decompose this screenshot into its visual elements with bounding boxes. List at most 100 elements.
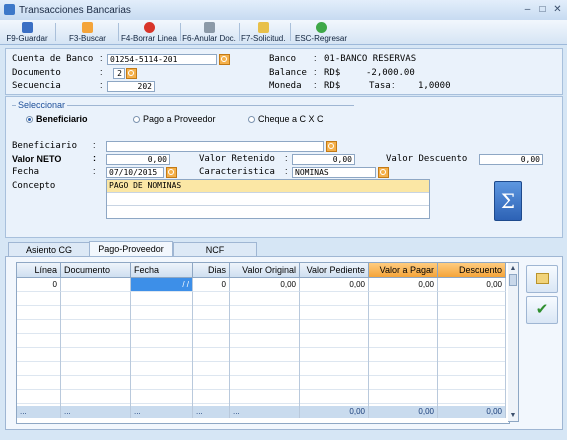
valor-neto-label: Valor NETO (12, 154, 62, 164)
grid-col-line (192, 292, 193, 406)
search-button[interactable]: F3-Buscar (60, 20, 115, 44)
separator: : (285, 166, 288, 176)
footer-documento: ... (61, 406, 131, 418)
col-fecha[interactable]: Fecha (131, 263, 193, 278)
radio-pago-proveedor[interactable] (133, 116, 140, 123)
cell-valor-pediente[interactable]: 0,00 (300, 278, 369, 292)
radio-cheque-cxc[interactable] (248, 116, 255, 123)
col-valor-a-pagar[interactable]: Valor a Pagar (369, 263, 438, 278)
concepto-line (107, 193, 429, 206)
cuenta-search-icon[interactable] (219, 54, 230, 65)
cell-valor-a-pagar[interactable]: 0,00 (369, 278, 438, 292)
close-icon[interactable]: ✕ (550, 3, 565, 16)
secuencia-field[interactable]: 202 (107, 81, 155, 92)
void-document-button[interactable]: F6-Anular Doc. (182, 20, 236, 44)
footer-descuento: 0,00 (438, 406, 506, 418)
grid-col-line (437, 292, 438, 406)
tab-asiento-cg[interactable]: Asiento CG (8, 242, 90, 257)
moneda-value: RD$ (324, 81, 341, 91)
moneda-label: Moneda (269, 81, 302, 91)
back-button[interactable]: ESC-Regresar (292, 20, 350, 44)
grid-header-row: Línea Documento Fecha Dias Valor Origina… (17, 263, 509, 278)
cell-dias[interactable]: 0 (193, 278, 230, 292)
tasa-value: 1,0000 (418, 81, 451, 91)
toolbar-separator (118, 23, 119, 41)
cell-fecha[interactable]: / / (131, 278, 193, 292)
col-valor-original[interactable]: Valor Original (230, 263, 300, 278)
separator: : (100, 67, 103, 77)
beneficiario-search-icon[interactable] (326, 141, 337, 152)
separator: : (314, 67, 317, 77)
delete-line-button[interactable]: F4-Borrar Linea (120, 20, 178, 44)
cuenta-label: Cuenta de Banco (12, 54, 94, 64)
payments-grid: Línea Documento Fecha Dias Valor Origina… (16, 262, 510, 424)
radio-beneficiario[interactable] (26, 116, 33, 123)
maximize-icon[interactable]: □ (535, 3, 550, 16)
banco-label: Banco (269, 54, 297, 64)
fecha-field[interactable]: 07/10/2015 (106, 167, 164, 178)
valor-descuento-field[interactable]: 0,00 (479, 154, 543, 165)
sum-button[interactable]: Σ (494, 181, 522, 221)
grid-col-line (60, 292, 61, 406)
sigma-icon: Σ (500, 189, 516, 213)
grid-col-line (505, 292, 506, 406)
beneficiario-label: Beneficiario (12, 141, 78, 151)
separator: : (100, 53, 103, 63)
grid-col-line (299, 292, 300, 406)
back-icon (315, 22, 327, 33)
footer-linea: ... (17, 406, 61, 418)
beneficiario-field[interactable] (106, 141, 324, 152)
scroll-down-icon[interactable]: ▼ (508, 410, 518, 421)
cell-linea[interactable]: 0 (17, 278, 61, 292)
confirm-button[interactable]: ✔ (526, 296, 558, 324)
delete-icon (143, 22, 155, 33)
caracteristica-field[interactable]: NOMINAS (292, 167, 376, 178)
calendar-icon[interactable] (166, 167, 177, 178)
tab-pago-proveedor[interactable]: Pago-Proveedor (89, 241, 173, 257)
scroll-up-icon[interactable]: ▲ (508, 263, 518, 274)
cell-documento[interactable] (61, 278, 131, 292)
fecha-label: Fecha (12, 167, 40, 177)
separator: : (314, 80, 317, 90)
request-button[interactable]: F7-Solicitud. (241, 20, 285, 44)
valor-retenido-field[interactable]: 0,00 (292, 154, 355, 165)
scroll-thumb[interactable] (509, 274, 517, 286)
col-descuento[interactable]: Descuento (438, 263, 506, 278)
save-button[interactable]: F9-Guardar (2, 20, 52, 44)
separator: : (314, 53, 317, 63)
radio-pago-proveedor-label[interactable]: Pago a Proveedor (143, 114, 216, 124)
save-icon (21, 22, 33, 33)
tasa-label: Tasa (369, 81, 391, 91)
cell-descuento[interactable]: 0,00 (438, 278, 506, 292)
toolbar-separator (180, 23, 181, 41)
balance-value: -2,000.00 (366, 68, 415, 78)
documento-field[interactable]: 2 (113, 68, 125, 79)
col-linea[interactable]: Línea (17, 263, 61, 278)
seleccionar-title: Seleccionar (16, 100, 68, 110)
radio-beneficiario-label[interactable]: Beneficiario (36, 114, 88, 124)
grid-footer-row: ... ... ... ... ... 0,00 0,00 0,00 (17, 406, 506, 418)
caracteristica-search-icon[interactable] (378, 167, 389, 178)
tab-ncf[interactable]: NCF (173, 242, 257, 257)
window-title: Transacciones Bancarias (19, 5, 131, 16)
col-documento[interactable]: Documento (61, 263, 131, 278)
concepto-label: Concepto (12, 181, 56, 191)
concepto-textarea[interactable]: PAGO DE NOMINAS (106, 179, 430, 219)
separator: : (93, 153, 96, 163)
minimize-icon[interactable]: – (520, 3, 535, 16)
table-row[interactable]: 0 / / 0 0,00 0,00 0,00 0,00 (17, 278, 509, 292)
valor-neto-field[interactable]: 0,00 (106, 154, 170, 165)
cell-valor-original[interactable]: 0,00 (230, 278, 300, 292)
radio-cheque-cxc-label[interactable]: Cheque a C X C (258, 114, 324, 124)
checkmark-icon: ✔ (535, 301, 549, 318)
documento-search-icon[interactable] (126, 68, 137, 79)
grid-scrollbar[interactable]: ▲ ▼ (508, 262, 519, 422)
footer-dias: ... (193, 406, 230, 418)
secuencia-label: Secuencia (12, 81, 61, 91)
col-valor-pediente[interactable]: Valor Pediente (300, 263, 369, 278)
separator: : (93, 140, 96, 150)
cuenta-field[interactable]: 01254-5114-201 (107, 54, 217, 65)
edit-note-button[interactable] (526, 265, 558, 293)
separator: : (93, 166, 96, 176)
col-dias[interactable]: Dias (193, 263, 230, 278)
